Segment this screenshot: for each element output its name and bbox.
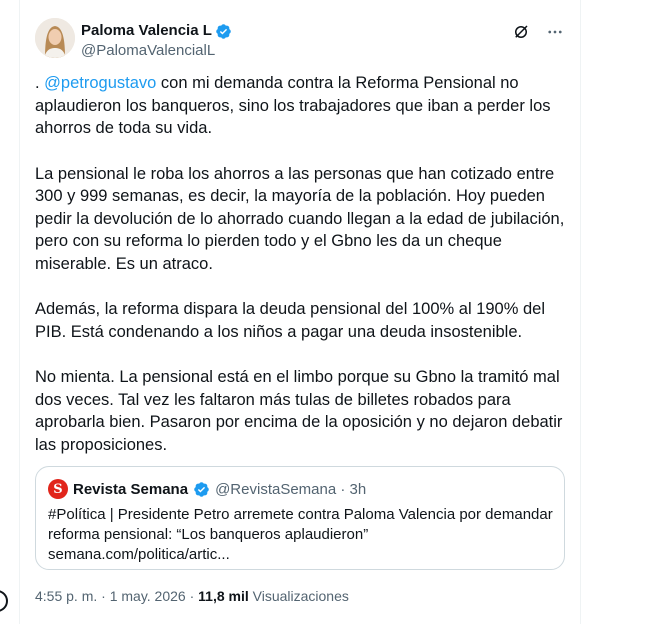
header-actions [511, 22, 565, 42]
timestamp[interactable]: 4:55 p. m. · 1 may. 2026 · [35, 588, 198, 604]
more-options-icon [548, 30, 562, 34]
author-handle[interactable]: @PalomaValencialL [81, 41, 232, 61]
tweet-paragraph-2: La pensional le roba los ahorros a las p… [35, 164, 565, 273]
author-display-name-text[interactable]: Paloma Valencia L [81, 21, 212, 41]
tweet-text: . @petrogustavo con mi demanda contra la… [35, 72, 565, 456]
more-options-button[interactable] [545, 22, 565, 42]
tweet-header: Paloma Valencia L @PalomaValencialL [35, 14, 565, 66]
partial-icon [0, 590, 8, 612]
quoted-author-handle-time: @RevistaSemana · 3h [215, 480, 367, 498]
quoted-tweet-text: #Política | Presidente Petro arremete co… [48, 505, 553, 565]
tweet-paragraph-4: No mienta. La pensional está en el limbo… [35, 368, 563, 454]
quoted-tweet-body: #Política | Presidente Petro arremete co… [48, 506, 553, 543]
avatar[interactable] [35, 18, 75, 58]
grok-icon [515, 25, 528, 38]
semana-logo-icon: S [48, 479, 68, 499]
verified-badge-icon [216, 23, 231, 39]
views-count: 11,8 mil [198, 588, 249, 604]
quoted-tweet[interactable]: S Revista Semana @RevistaSemana · 3h #Po… [35, 466, 565, 570]
tweet: Paloma Valencia L @PalomaValencialL . @p… [35, 14, 565, 604]
verified-badge-icon [194, 481, 209, 497]
grok-button[interactable] [511, 22, 531, 42]
quoted-author-name: Revista Semana [73, 480, 189, 498]
tweet-meta: 4:55 p. m. · 1 may. 2026 · 11,8 mil Visu… [35, 588, 349, 604]
mention-link[interactable]: @petrogustavo [44, 74, 156, 92]
column-border-left [19, 0, 20, 624]
column-border-right [580, 0, 581, 624]
author-names: Paloma Valencia L @PalomaValencialL [81, 21, 232, 61]
views-label: Visualizaciones [248, 588, 349, 604]
tweet-paragraph-1: . @petrogustavo con mi demanda contra la… [35, 72, 565, 140]
paragraph-prefix: . [35, 74, 45, 92]
author-display-name[interactable]: Paloma Valencia L [81, 21, 232, 41]
tweet-paragraph-3: Además, la reforma dispara la deuda pens… [35, 300, 545, 341]
quoted-tweet-header: S Revista Semana @RevistaSemana · 3h [48, 479, 366, 499]
quoted-tweet-link[interactable]: semana.com/politica/artic... [48, 545, 553, 565]
